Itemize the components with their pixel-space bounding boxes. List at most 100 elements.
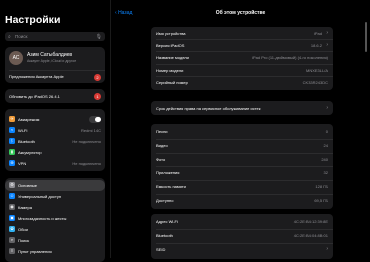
info-value: 69,5 ГБ — [314, 198, 328, 203]
info-value: 24 — [323, 142, 328, 148]
info-label: Адрес Wi-Fi — [156, 219, 178, 224]
info-label: Видео — [156, 142, 168, 148]
info-row: Приложения 32 — [151, 167, 333, 178]
info-row[interactable]: Имя устройства iPad › — [151, 28, 333, 39]
chevron-right-icon: › — [326, 104, 328, 111]
gear-icon: ⚙ — [9, 182, 15, 188]
info-row: Номер модели MNXE3LL/A — [151, 65, 333, 76]
chevron-right-icon: › — [326, 42, 328, 49]
sidebar-item-label: Камера — [18, 205, 32, 210]
profile-subtitle: Аккаунт Apple, iCloud и другое — [27, 59, 77, 63]
profile-card[interactable]: АС Азим Сатыбалдиев Аккаунт Apple, iClou… — [5, 47, 105, 83]
info-value: iPad — [313, 31, 322, 36]
vpn-icon: ⊕ — [9, 160, 15, 166]
chevron-right-icon: › — [326, 30, 328, 36]
info-label: Емкость памяти — [156, 184, 186, 190]
toggle-knob — [95, 116, 101, 122]
chevron-right-icon: › — [326, 246, 328, 252]
camera-icon: ◉ — [9, 204, 15, 210]
sidebar-item[interactable]: ⊕ VPN Не подключено — [5, 158, 105, 169]
bluetooth-icon: ᛒ — [9, 138, 15, 144]
info-label: Номер модели — [156, 67, 184, 73]
battery-icon: ▮ — [9, 149, 15, 155]
sidebar-item[interactable]: ≡ Пункт управления — [5, 246, 105, 257]
info-row: Серийный номер CK33R243DC — [151, 77, 333, 88]
info-row[interactable]: Версия iPadOS 18.6.2 › — [151, 40, 333, 51]
sidebar-item[interactable]: ⌕ Поиск — [5, 235, 105, 246]
info-row: Название модели iPad Pro (11-дюймовый) (4… — [151, 52, 333, 63]
info-value: 18.6.2 — [310, 43, 322, 49]
sidebar-item[interactable]: ≈ Wi-Fi Redmi 14C — [5, 125, 105, 136]
connectivity-group: ✈ Авиарежим ≈ Wi-Fi Redmi 14C ᛒ Bluetooth Не по… — [5, 109, 105, 171]
multitasking-icon: ▣ — [9, 215, 15, 221]
info-label: Приложения — [156, 170, 180, 176]
info-label: Название модели — [156, 55, 189, 61]
sidebar-item[interactable]: ◉ Камера — [5, 202, 105, 213]
microphone-icon[interactable]: 🎙 — [96, 34, 102, 40]
info-value: CK33R243DC — [302, 79, 328, 85]
page-title: Об этом устройстве — [215, 10, 266, 16]
info-label: Доступно — [156, 198, 174, 203]
sidebar-item-label: Обои — [18, 227, 28, 232]
account-suggestions-link[interactable]: Предложения Аккаунта Apple — [9, 74, 64, 79]
software-update-row[interactable]: Обновить до iPadOS 26.4.1 1 — [5, 89, 105, 103]
info-label: Версия iPadOS — [156, 43, 185, 49]
info-value: 240 — [321, 156, 328, 162]
sidebar-item-label: Wi-Fi — [18, 128, 28, 133]
sidebar-item[interactable]: ▣ Многозадачность и жесты — [5, 213, 105, 224]
info-row: Фото 240 — [151, 154, 333, 165]
sidebar-item[interactable]: ✿ Обои — [5, 224, 105, 235]
update-badge: 1 — [94, 92, 101, 100]
airplane-mode-toggle[interactable] — [89, 116, 101, 123]
wallpaper-icon: ✿ — [9, 226, 15, 232]
info-row[interactable]: SEID › — [151, 244, 333, 255]
sidebar-item[interactable]: ✈ Авиарежим — [5, 114, 105, 125]
sidebar-item-label: Аккумулятор — [18, 150, 42, 155]
sidebar-item-label: Авиарежим — [18, 117, 40, 122]
profile-name: Азим Сатыбалдиев — [27, 52, 73, 58]
sidebar: Настройки ⌕ Поиск 🎙 АС Азим Сатыбалдиев … — [0, 0, 110, 262]
info-label: Фото — [156, 156, 166, 162]
accessibility-icon: ☺ — [9, 193, 15, 199]
sidebar-item[interactable]: ⚙ Основные — [5, 180, 105, 191]
scrollbar[interactable] — [365, 22, 367, 52]
info-row: Емкость памяти 128 ГБ — [151, 181, 333, 192]
sidebar-item-label: VPN — [18, 161, 27, 166]
info-label: SEID — [156, 247, 166, 252]
search-field[interactable]: ⌕ Поиск 🎙 — [5, 32, 105, 41]
info-row: Bluetooth 4C:2E:B4:04:8B:01 — [151, 230, 333, 241]
divider — [9, 70, 105, 71]
info-row: Видео 24 — [151, 140, 333, 151]
detail-pane: ‹ Назад Об этом устройстве Имя устройств… — [111, 0, 370, 259]
info-row: Адрес Wi-Fi 4C:2E:B4:12:39:8E — [151, 216, 333, 227]
general-group: ⚙ Основные ☺ Универсальный доступ ◉ Камера ▣ Мн… — [5, 178, 105, 262]
sidebar-item[interactable]: ᛒ Bluetooth Не подключено — [5, 136, 105, 147]
sidebar-item[interactable]: ▮ Аккумулятор — [5, 147, 105, 158]
device-info-group: Имя устройства iPad › Версия iPadOS 18.6.2 › Н… — [151, 27, 333, 90]
coverage-label: Срок действия права на сервисное обслужи… — [156, 105, 261, 111]
info-value: 0 — [325, 129, 328, 134]
coverage-row[interactable]: Срок действия права на сервисное обслужи… — [151, 101, 333, 115]
info-value: 128 ГБ — [315, 184, 328, 190]
sidebar-item[interactable]: ☺ Универсальный доступ — [5, 191, 105, 202]
sidebar-item-label: Пункт управления — [18, 249, 52, 254]
search-placeholder: Поиск — [15, 34, 28, 39]
sidebar-item-value: Не подключено — [72, 139, 101, 144]
info-label: Песни — [156, 129, 168, 134]
sidebar-item-value: Не подключено — [72, 161, 101, 166]
sidebar-title: Настройки — [5, 14, 61, 26]
sidebar-item-label: Поиск — [18, 238, 30, 243]
search-icon: ⌕ — [9, 237, 15, 243]
control-center-icon: ≡ — [9, 248, 15, 254]
sidebar-item-value: Redmi 14C — [80, 128, 101, 133]
info-value: 4C:2E:B4:04:8B:01 — [293, 233, 328, 238]
info-row: Песни 0 — [151, 126, 333, 137]
info-label: Имя устройства — [156, 31, 186, 36]
sidebar-item-label: Основные — [18, 183, 37, 188]
info-value: 32 — [323, 170, 328, 176]
sidebar-item-label: Многозадачность и жесты — [18, 216, 67, 221]
avatar: АС — [9, 51, 23, 65]
info-value: iPad Pro (11-дюймовый) (4-го поколения) — [252, 55, 328, 61]
network-group: Адрес Wi-Fi 4C:2E:B4:12:39:8E Bluetooth 4C:… — [151, 214, 333, 259]
storage-stats-group: Песни 0 Видео 24 Фото 240 Приложения 32 Емкость … — [151, 124, 333, 209]
